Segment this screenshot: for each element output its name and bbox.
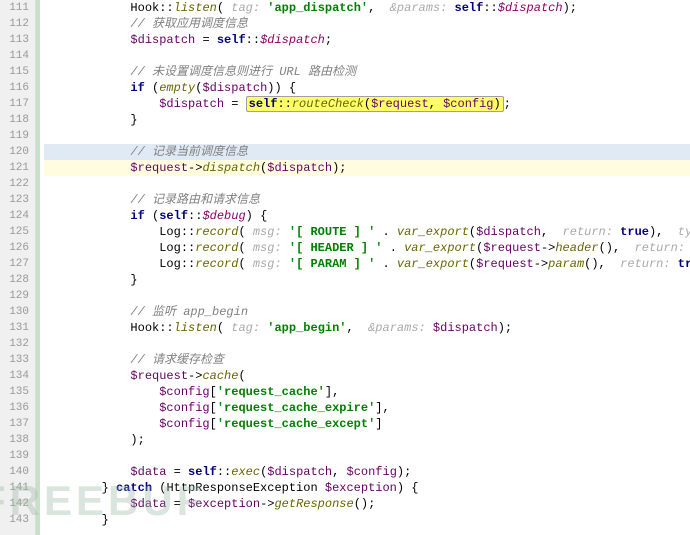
line-number: 139 (0, 448, 29, 464)
code-line: $dispatch = self::routeCheck($request, $… (44, 96, 690, 112)
line-number: 141 (0, 480, 29, 496)
line-number: 138 (0, 432, 29, 448)
line-number: 133 (0, 352, 29, 368)
line-number: 115 (0, 64, 29, 80)
code-line: ); (44, 432, 690, 448)
line-number: 118 (0, 112, 29, 128)
line-gutter: 1111121131141151161171181191201211221231… (0, 0, 36, 535)
line-number: 129 (0, 288, 29, 304)
code-line (44, 48, 690, 64)
code-line: $data = $exception->getResponse(); (44, 496, 690, 512)
line-number: 116 (0, 80, 29, 96)
code-line: Log::record( msg: '[ ROUTE ] ' . var_exp… (44, 224, 690, 240)
line-number: 119 (0, 128, 29, 144)
line-number: 123 (0, 192, 29, 208)
line-number: 117 (0, 96, 29, 112)
code-line: // 未设置调度信息则进行 URL 路由检测 (44, 64, 690, 80)
code-line: // 记录当前调度信息 (44, 144, 690, 160)
line-number: 124 (0, 208, 29, 224)
code-line: Hook::listen( tag: 'app_begin', &params:… (44, 320, 690, 336)
code-area: Hook::listen( tag: 'app_dispatch', &para… (36, 0, 690, 535)
code-line: if (self::$debug) { (44, 208, 690, 224)
line-number: 143 (0, 512, 29, 528)
code-line: $data = self::exec($dispatch, $config); (44, 464, 690, 480)
code-line: $config['request_cache_expire'], (44, 400, 690, 416)
code-line: if (empty($dispatch)) { (44, 80, 690, 96)
line-number: 125 (0, 224, 29, 240)
line-number: 136 (0, 400, 29, 416)
code-line: Log::record( msg: '[ PARAM ] ' . var_exp… (44, 256, 690, 272)
code-line: $request->dispatch($dispatch); (44, 160, 690, 176)
line-number: 140 (0, 464, 29, 480)
code-line: // 监听 app_begin (44, 304, 690, 320)
line-number: 128 (0, 272, 29, 288)
line-number: 137 (0, 416, 29, 432)
highlighted-call: self::routeCheck($request, $config) (246, 96, 504, 112)
code-line: } (44, 512, 690, 528)
line-number: 121 (0, 160, 29, 176)
code-line (44, 176, 690, 192)
code-line: $dispatch = self::$dispatch; (44, 32, 690, 48)
code-editor: 1111121131141151161171181191201211221231… (0, 0, 690, 535)
line-number: 142 (0, 496, 29, 512)
line-number: 113 (0, 32, 29, 48)
code-line (44, 128, 690, 144)
code-line (44, 288, 690, 304)
line-number: 132 (0, 336, 29, 352)
code-line: $config['request_cache'], (44, 384, 690, 400)
line-number: 135 (0, 384, 29, 400)
code-line: // 请求缓存检查 (44, 352, 690, 368)
line-number: 131 (0, 320, 29, 336)
code-line (44, 448, 690, 464)
code-line: // 记录路由和请求信息 (44, 192, 690, 208)
line-number: 130 (0, 304, 29, 320)
code-line: } (44, 112, 690, 128)
line-number: 126 (0, 240, 29, 256)
code-line: $config['request_cache_except'] (44, 416, 690, 432)
code-line: Log::record( msg: '[ HEADER ] ' . var_ex… (44, 240, 690, 256)
line-number: 112 (0, 16, 29, 32)
code-line: } catch (HttpResponseException $exceptio… (44, 480, 690, 496)
code-line: // 获取应用调度信息 (44, 16, 690, 32)
code-line: } (44, 272, 690, 288)
code-line: $request->cache( (44, 368, 690, 384)
code-line: Hook::listen( tag: 'app_dispatch', &para… (44, 0, 690, 16)
line-number: 120 (0, 144, 29, 160)
line-number: 134 (0, 368, 29, 384)
line-number: 111 (0, 0, 29, 16)
code-line (44, 336, 690, 352)
line-number: 122 (0, 176, 29, 192)
line-number: 127 (0, 256, 29, 272)
line-number: 114 (0, 48, 29, 64)
